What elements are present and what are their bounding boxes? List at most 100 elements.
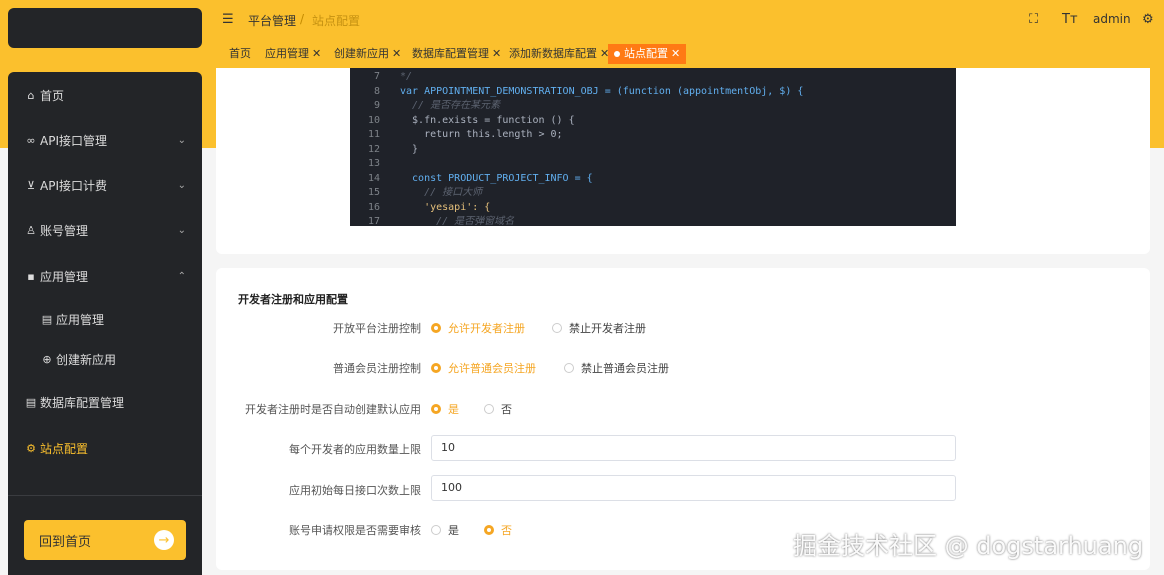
radio-circle	[431, 525, 441, 535]
radio-circle	[431, 323, 441, 333]
close-icon[interactable]: ✕	[392, 47, 401, 60]
breadcrumb-current: 站点配置	[312, 14, 361, 28]
code-line: 15 // 接口大师	[367, 187, 483, 198]
form-label: 账号申请权限是否需要审核	[289, 524, 421, 537]
user-icon: ♙	[26, 223, 36, 237]
plus-circle-icon: ⊕	[42, 352, 52, 366]
radio-review-no[interactable]: 否	[484, 522, 512, 538]
code-line: 14 const PRODUCT_PROJECT_INFO = {	[367, 172, 593, 184]
code-line: 12 }	[367, 143, 419, 155]
sidebar-item-api-billing[interactable]: ⊻ API接口计费 ⌄	[8, 168, 202, 202]
radio-circle	[552, 323, 562, 333]
radio-circle	[484, 404, 494, 414]
code-editor[interactable]: 7 */ 8 var APPOINTMENT_DEMONSTRATION_OBJ =…	[350, 68, 956, 226]
sidebar-item-db-config[interactable]: ▤ 数据库配置管理	[8, 385, 202, 419]
code-line: 17 // 是否弹窗域名	[367, 216, 515, 226]
sidebar-subitem-app-management[interactable]: ▤ 应用管理	[8, 302, 202, 336]
code-line: 13	[367, 158, 380, 169]
breadcrumb-separator: /	[300, 12, 305, 26]
tab-label: 站点配置	[624, 47, 668, 60]
chevron-down-icon: ⌄	[177, 134, 186, 146]
code-line: 7 */	[373, 71, 413, 82]
menu-toggle-icon[interactable]: ☰	[222, 12, 234, 27]
logo	[8, 8, 202, 48]
clipboard-icon: ▤	[25, 395, 37, 409]
tab-site-config[interactable]: 站点配置 ✕	[608, 44, 687, 64]
radio-auto-create-yes[interactable]: 是	[431, 401, 459, 417]
sidebar-item-label: API接口管理	[40, 133, 107, 148]
code-card: 7 */ 8 var APPOINTMENT_DEMONSTRATION_OBJ =…	[216, 68, 1150, 254]
active-dot-icon	[614, 51, 620, 57]
code-line: 8 var APPOINTMENT_DEMONSTRATION_OBJ = (fu…	[373, 85, 804, 97]
clipboard-icon: ▤	[41, 312, 53, 326]
tab-label: 创建新应用	[334, 47, 389, 60]
form-label: 开放平台注册控制	[333, 322, 421, 335]
sidebar-item-label: 账号管理	[40, 223, 89, 238]
radio-allow-developer[interactable]: 允许开发者注册	[431, 320, 525, 336]
sidebar-divider	[8, 495, 202, 496]
code-line: 9 // 是否存在某元素	[373, 100, 501, 111]
section-title: 开发者注册和应用配置	[238, 293, 348, 306]
sidebar-item-accounts[interactable]: ♙ 账号管理 ⌄	[8, 213, 202, 247]
radio-auto-create-no[interactable]: 否	[484, 401, 512, 417]
sidebar-item-home[interactable]: ⌂ 首页	[8, 78, 202, 112]
sidebar-item-label: 首页	[40, 88, 65, 103]
radio-circle	[564, 363, 574, 373]
close-icon[interactable]: ✕	[671, 47, 680, 60]
radio-circle	[484, 525, 494, 535]
back-home-button[interactable]: 回到首页 →	[24, 520, 186, 560]
sidebar-item-label: 应用管理	[56, 312, 105, 327]
tab-app-management[interactable]: 应用管理 ✕	[259, 44, 327, 64]
tab-add-db-config[interactable]: 添加新数据库配置 ✕	[503, 44, 615, 64]
tab-label: 数据库配置管理	[412, 47, 489, 60]
chevron-down-icon: ⌄	[177, 179, 186, 191]
radio-forbid-member[interactable]: 禁止普通会员注册	[564, 360, 669, 376]
settings-icon[interactable]: ⚙	[1142, 12, 1154, 27]
code-line: 10 $.fn.exists = function () {	[367, 114, 575, 126]
fullscreen-icon[interactable]: ⛶	[1029, 12, 1038, 27]
apps-icon: ▪	[27, 269, 35, 283]
sidebar-subitem-create-app[interactable]: ⊕ 创建新应用	[8, 342, 202, 376]
watermark: 掘金技术社区 @ dogstarhuang	[793, 532, 1144, 560]
tab-label: 应用管理	[265, 47, 309, 60]
sidebar-item-label: 应用管理	[40, 269, 89, 284]
chevron-down-icon: ⌄	[177, 224, 186, 236]
sidebar-item-label: 数据库配置管理	[40, 395, 125, 410]
user-menu[interactable]: admin	[1093, 12, 1131, 26]
sidebar: ⌂ 首页 ∞ API接口管理 ⌄ ⊻ API接口计费 ⌄ ♙ 账号管理 ⌄ ▪ …	[8, 72, 202, 575]
back-home-label: 回到首页	[39, 534, 92, 550]
chevron-up-icon: ⌃	[177, 270, 186, 282]
radio-circle	[431, 404, 441, 414]
tab-db-config[interactable]: 数据库配置管理 ✕	[406, 44, 507, 64]
home-icon: ⌂	[27, 88, 35, 102]
font-size-icon[interactable]: Tт	[1062, 12, 1078, 27]
breadcrumb-parent[interactable]: 平台管理	[248, 12, 296, 29]
sidebar-item-api-management[interactable]: ∞ API接口管理 ⌄	[8, 123, 202, 157]
tab-home[interactable]: 首页	[223, 44, 257, 64]
radio-allow-member[interactable]: 允许普通会员注册	[431, 360, 536, 376]
cart-icon: ⊻	[26, 178, 36, 192]
tab-create-app[interactable]: 创建新应用 ✕	[328, 44, 407, 64]
sidebar-item-site-config[interactable]: ⚙ 站点配置	[8, 431, 202, 465]
tab-label: 首页	[229, 47, 251, 60]
radio-review-yes[interactable]: 是	[431, 522, 459, 538]
radio-forbid-developer[interactable]: 禁止开发者注册	[552, 320, 646, 336]
code-line: 16 'yesapi': {	[367, 201, 491, 213]
daily-call-limit-input[interactable]: 100	[431, 475, 956, 501]
gear-icon: ⚙	[26, 441, 36, 455]
form-label: 普通会员注册控制	[333, 362, 421, 375]
form-label: 应用初始每日接口次数上限	[289, 484, 421, 497]
arrow-right-icon: →	[154, 530, 174, 550]
tab-label: 添加新数据库配置	[509, 47, 597, 60]
sidebar-item-label: 站点配置	[40, 441, 89, 456]
close-icon[interactable]: ✕	[492, 47, 501, 60]
app-limit-input[interactable]: 10	[431, 435, 956, 461]
settings-card: 开发者注册和应用配置 开放平台注册控制 允许开发者注册 禁止开发者注册 普通会员…	[216, 268, 1150, 570]
close-icon[interactable]: ✕	[312, 47, 321, 60]
form-label: 每个开发者的应用数量上限	[289, 443, 421, 456]
sidebar-item-apps[interactable]: ▪ 应用管理 ⌃	[8, 259, 202, 293]
sidebar-item-label: API接口计费	[40, 178, 107, 193]
radio-circle	[431, 363, 441, 373]
code-line: 11 return this.length > 0;	[367, 129, 563, 140]
form-label: 开发者注册时是否自动创建默认应用	[245, 403, 421, 416]
